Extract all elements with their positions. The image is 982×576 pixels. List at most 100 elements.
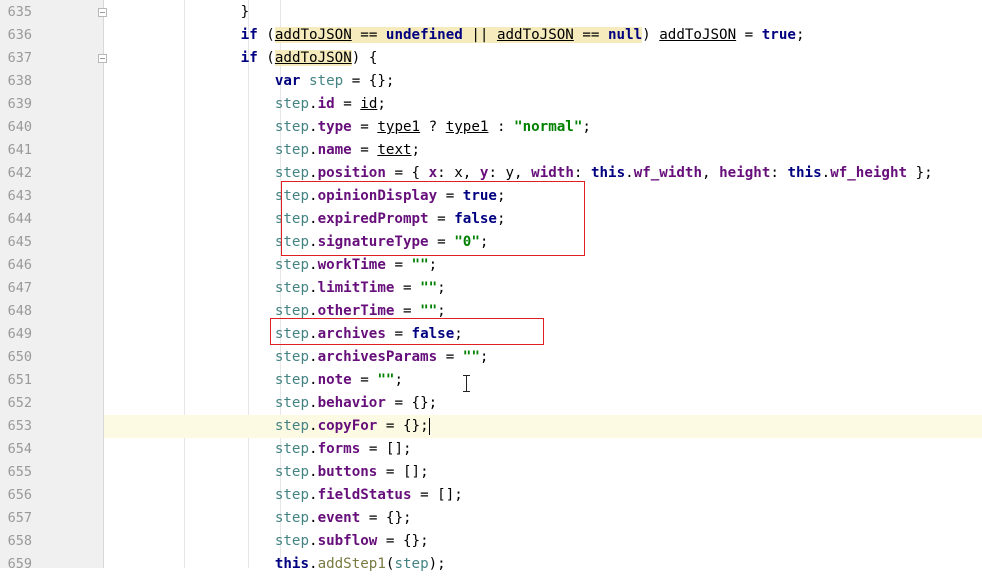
code-token: addToJSON	[274, 27, 352, 43]
code-line[interactable]: 636 if (addToJSON == undefined || addToJ…	[0, 24, 982, 47]
code-token: step	[274, 533, 310, 549]
code-token: step	[274, 372, 310, 388]
code-token: = [];	[411, 487, 463, 503]
code-token: ;	[795, 27, 805, 43]
line-number: 645	[7, 234, 32, 250]
code-token: .	[309, 280, 318, 296]
code-token: ) {	[351, 50, 378, 66]
code-token: = {};	[360, 510, 412, 526]
code-line[interactable]: 637 if (addToJSON) {	[0, 47, 982, 70]
line-number: 638	[7, 73, 32, 89]
code-token: step	[274, 257, 310, 273]
code-token: copyFor	[317, 418, 378, 434]
code-token: this	[590, 165, 626, 181]
code-token: position	[317, 165, 386, 181]
code-line[interactable]: 650 step.archivesParams = "";	[0, 346, 982, 369]
code-token: id	[360, 96, 378, 112]
code-token: : x,	[437, 165, 480, 181]
code-token: null	[608, 27, 643, 43]
code-token: addStep1	[317, 556, 386, 572]
code-token: step	[274, 441, 310, 457]
code-token: name	[317, 142, 352, 158]
code-line[interactable]: 638 var step = {};	[0, 70, 982, 93]
code-line[interactable]: 652 step.behavior = {};	[0, 392, 982, 415]
code-token: step	[274, 418, 310, 434]
code-token: :	[770, 165, 788, 181]
code-token: width	[531, 165, 574, 181]
code-token: x	[428, 165, 438, 181]
code-token: note	[317, 372, 352, 388]
code-line[interactable]: 656 step.fieldStatus = [];	[0, 484, 982, 507]
code-text: step.archivesParams = "";	[104, 346, 489, 369]
code-token: behavior	[317, 395, 386, 411]
code-token: ""	[420, 303, 438, 319]
code-token: ;	[411, 142, 421, 158]
code-text: step.limitTime = "";	[104, 277, 446, 300]
code-text: if (addToJSON == undefined || addToJSON …	[104, 24, 804, 47]
code-line[interactable]: 653 step.copyFor = {};	[0, 415, 982, 438]
line-number: 657	[7, 510, 32, 526]
code-token: step	[274, 395, 310, 411]
code-token: );	[428, 556, 446, 572]
code-token: step	[274, 142, 310, 158]
code-line[interactable]: 641 step.name = text;	[0, 139, 982, 162]
line-number: 647	[7, 280, 32, 296]
code-token: step	[274, 119, 310, 135]
code-token: if	[240, 50, 258, 66]
text-cursor-icon	[463, 375, 471, 392]
code-token: =	[351, 372, 378, 388]
line-number: 639	[7, 96, 32, 112]
code-token: event	[317, 510, 361, 526]
code-token: =	[394, 303, 421, 319]
code-token: step	[274, 96, 310, 112]
code-line[interactable]: 647 step.limitTime = "";	[0, 277, 982, 300]
code-line[interactable]: 635 }	[0, 1, 982, 24]
code-line[interactable]: 659 this.addStep1(step);	[0, 553, 982, 576]
line-number: 653	[7, 418, 32, 434]
code-line[interactable]: 655 step.buttons = [];	[0, 461, 982, 484]
code-line[interactable]: 658 step.subflow = {};	[0, 530, 982, 553]
line-number: 650	[7, 349, 32, 365]
line-number: 646	[7, 257, 32, 273]
annotation-box-step-options	[281, 181, 585, 256]
code-token: (	[257, 50, 275, 66]
code-line[interactable]: 657 step.event = {};	[0, 507, 982, 530]
code-text: step.workTime = "";	[104, 254, 437, 277]
code-token: ?	[420, 119, 446, 135]
line-number: 642	[7, 165, 32, 181]
code-token: .	[309, 96, 318, 112]
code-line[interactable]: 640 step.type = type1 ? type1 : "normal"…	[0, 116, 982, 139]
code-text: this.addStep1(step);	[104, 553, 446, 576]
code-token: fieldStatus	[317, 487, 412, 503]
code-token: : y,	[488, 165, 532, 181]
code-token: var	[274, 73, 301, 89]
code-token: =	[437, 349, 463, 365]
code-token: step	[274, 349, 310, 365]
code-token: height	[719, 165, 771, 181]
line-number: 648	[7, 303, 32, 319]
code-token: :	[573, 165, 591, 181]
code-token: forms	[317, 441, 361, 457]
code-token: wf_width	[633, 165, 703, 181]
code-token: step	[274, 280, 310, 296]
code-line[interactable]: 646 step.workTime = "";	[0, 254, 982, 277]
code-token: ;	[582, 119, 591, 135]
code-line[interactable]: 654 step.forms = [];	[0, 438, 982, 461]
code-token: .	[309, 142, 318, 158]
code-line[interactable]: 639 step.id = id;	[0, 93, 982, 116]
code-token: otherTime	[317, 303, 395, 319]
code-token: =	[385, 257, 412, 273]
code-token: .	[309, 441, 318, 457]
code-line[interactable]: 651 step.note = "";	[0, 369, 982, 392]
